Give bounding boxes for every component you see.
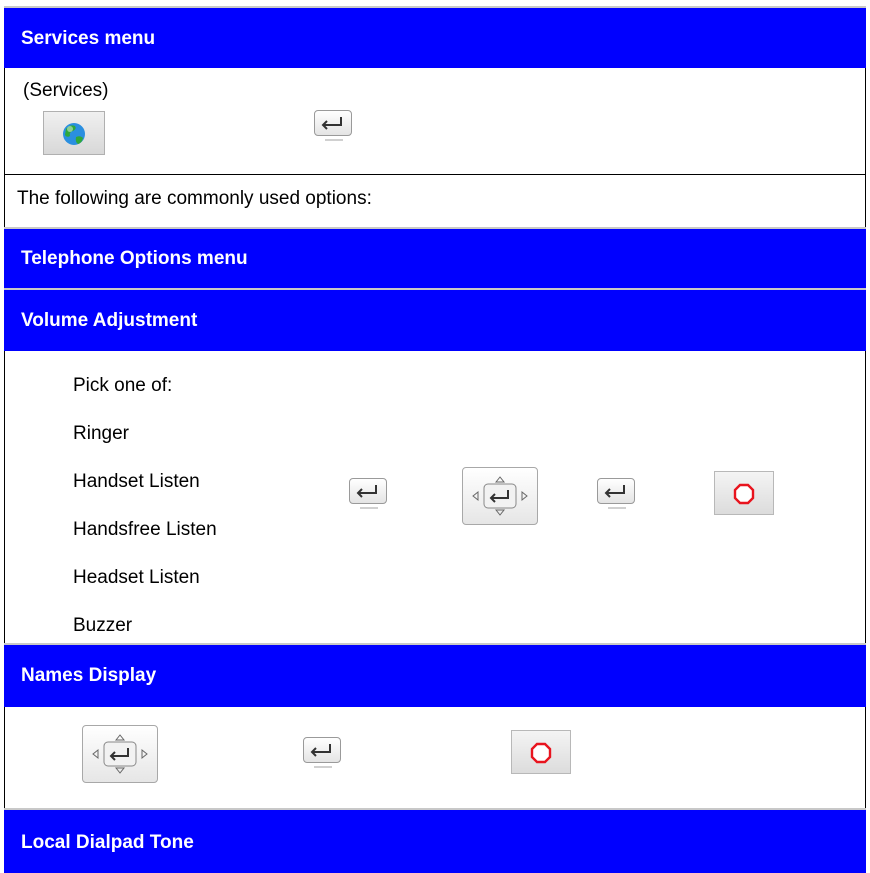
volume-options-row: Pick one of: Ringer Handset Listen Hands…: [4, 351, 866, 643]
navigation-cluster-button[interactable]: [82, 725, 158, 783]
stop-octagon-icon: [733, 483, 755, 505]
navigation-cluster-button[interactable]: [462, 467, 538, 525]
navigation-cluster-icon: [92, 734, 148, 774]
services-row: (Services): [4, 68, 866, 175]
document-page: Services menu (Services) The following a…: [4, 0, 866, 873]
navigation-cluster-icon: [472, 476, 528, 516]
enter-key-button[interactable]: [314, 110, 352, 141]
services-label: (Services): [23, 80, 109, 101]
section-header-local-dialpad-tone: Local Dialpad Tone: [4, 808, 866, 873]
section-header-telephone-options: Telephone Options menu: [4, 227, 866, 288]
section-title: Volume Adjustment: [21, 310, 198, 331]
enter-arrow-icon: [310, 744, 331, 757]
names-display-row: [4, 707, 866, 808]
section-header-names-display: Names Display: [4, 643, 866, 707]
stop-key-button[interactable]: [511, 730, 571, 774]
section-header-volume-adjustment: Volume Adjustment: [4, 288, 866, 351]
list-item: Ringer: [73, 423, 129, 444]
intro-text: The following are commonly used options:: [17, 188, 372, 209]
volume-prompt: Pick one of:: [73, 375, 173, 396]
enter-arrow-icon: [604, 485, 625, 498]
list-item: Buzzer: [73, 615, 133, 636]
section-title: Names Display: [21, 665, 157, 686]
section-header-services-menu: Services menu: [4, 6, 866, 68]
stop-key-button[interactable]: [714, 471, 774, 515]
enter-key-button[interactable]: [303, 737, 341, 768]
enter-arrow-icon: [321, 117, 342, 130]
list-item: Handsfree Listen: [73, 519, 217, 540]
stop-octagon-icon: [530, 742, 552, 764]
enter-key-button[interactable]: [349, 478, 387, 509]
globe-icon: [63, 123, 85, 145]
intro-row: The following are commonly used options:: [4, 175, 866, 227]
list-item: Handset Listen: [73, 471, 200, 492]
section-title: Telephone Options menu: [21, 248, 248, 269]
section-title: Services menu: [21, 28, 156, 49]
services-key-button[interactable]: [43, 111, 105, 155]
enter-key-button[interactable]: [597, 478, 635, 509]
list-item: Headset Listen: [73, 567, 200, 588]
enter-arrow-icon: [356, 485, 377, 498]
section-title: Local Dialpad Tone: [21, 832, 194, 853]
